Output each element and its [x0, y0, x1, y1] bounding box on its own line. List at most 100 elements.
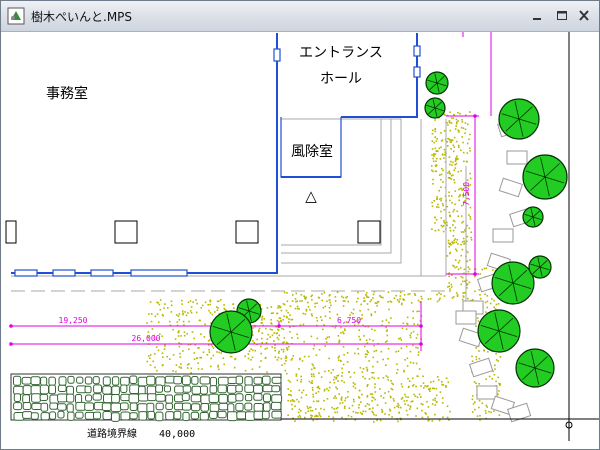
ground-dot: [280, 319, 282, 322]
ground-dot: [217, 366, 219, 368]
ground-dot: [362, 368, 365, 370]
paving-stone: [30, 412, 39, 420]
ground-dot: [342, 363, 345, 366]
ground-dot: [344, 300, 346, 302]
ground-dot: [434, 399, 437, 402]
ground-dot: [369, 393, 372, 395]
ground-dot: [468, 227, 471, 229]
ground-dot: [296, 307, 299, 310]
ground-dot: [282, 350, 285, 353]
ground-dot: [371, 328, 373, 331]
ground-dot: [384, 392, 386, 394]
close-icon[interactable]: [575, 8, 593, 24]
ground-dot: [410, 302, 413, 304]
ground-dot: [371, 410, 373, 413]
ground-dot: [470, 239, 473, 241]
ground-dot: [406, 316, 409, 319]
ground-dot: [461, 241, 464, 243]
ground-dot: [436, 376, 439, 378]
ground-dot: [413, 293, 416, 295]
ground-dot: [148, 313, 150, 315]
ground-dot: [463, 268, 466, 271]
ground-dot: [284, 369, 287, 372]
ground-dot: [310, 375, 313, 378]
paving-stone: [181, 402, 192, 411]
title-bar[interactable]: 樹木ぺいんと.MPS: [1, 1, 599, 32]
ground-dot: [432, 380, 435, 383]
ground-dot: [440, 146, 442, 149]
paving-stone: [191, 403, 201, 412]
ground-dot: [414, 395, 417, 397]
ground-dot: [406, 365, 409, 367]
ground-dot: [417, 351, 420, 353]
ground-dot: [384, 413, 386, 415]
ground-dot: [280, 348, 283, 351]
paving-stone: [22, 385, 32, 396]
ground-dot: [413, 323, 415, 325]
ground-dot: [494, 308, 497, 310]
ground-dot: [443, 219, 445, 222]
paving-stone: [57, 410, 65, 419]
minimize-icon[interactable]: [528, 8, 546, 24]
ground-dot: [434, 170, 437, 172]
ground-dot: [298, 414, 301, 417]
ground-dot: [436, 196, 438, 198]
ground-dot: [485, 267, 488, 269]
ground-dot: [311, 299, 313, 301]
ground-dot: [289, 381, 291, 383]
ground-dot: [291, 300, 294, 302]
ground-dot: [320, 407, 322, 410]
ground-dot: [307, 306, 310, 308]
ground-dot: [244, 369, 247, 372]
ground-dot: [433, 141, 435, 144]
ground-dot: [401, 327, 404, 329]
ground-dot: [477, 320, 480, 322]
ground-dot: [412, 384, 415, 386]
ground-dot: [390, 380, 392, 382]
ground-dot: [451, 139, 454, 142]
paving-stone: [40, 402, 49, 412]
ground-dot: [390, 396, 392, 399]
ground-dot: [372, 356, 375, 359]
paving-stone: [120, 402, 129, 411]
ground-dot: [440, 217, 443, 219]
ground-dot: [452, 117, 455, 119]
ground-dot: [495, 380, 497, 383]
cad-drawing[interactable]: 事務室 エントランス ホール 風除室 △ 19,250 26,000 6,750…: [1, 32, 599, 449]
ground-dot: [289, 326, 291, 329]
ground-dot: [150, 313, 153, 315]
ground-dot: [300, 410, 302, 412]
ground-dot: [415, 346, 417, 349]
ground-dot: [385, 375, 388, 377]
ground-dot: [177, 315, 180, 317]
ground-dot: [176, 321, 179, 323]
ground-dot: [317, 385, 319, 388]
ground-dot: [391, 416, 393, 418]
ground-dot: [431, 420, 434, 422]
ground-dot: [283, 362, 286, 365]
ground-dot: [495, 359, 498, 361]
ground-dot: [431, 403, 434, 405]
ground-dot: [438, 147, 441, 150]
ground-dot: [276, 312, 278, 315]
paving-stone: [128, 393, 140, 404]
ground-dot: [193, 337, 195, 340]
ground-dot: [461, 298, 464, 301]
ground-dot: [258, 366, 261, 368]
paving-stone: [146, 375, 156, 386]
ground-dot: [329, 301, 331, 304]
ground-dot: [187, 312, 189, 314]
ground-dot: [463, 160, 465, 163]
drawing-canvas[interactable]: 事務室 エントランス ホール 風除室 △ 19,250 26,000 6,750…: [1, 32, 599, 449]
ground-dot: [366, 370, 369, 372]
maximize-icon[interactable]: [553, 8, 571, 24]
ground-dot: [333, 376, 336, 378]
ground-dot: [216, 309, 219, 311]
ground-dot: [471, 355, 473, 358]
ground-dot: [265, 356, 267, 359]
ground-dot: [417, 375, 419, 377]
ground-dot: [328, 299, 331, 302]
ground-dot: [446, 255, 449, 257]
ground-dot: [407, 396, 409, 398]
ground-dot: [455, 162, 458, 165]
